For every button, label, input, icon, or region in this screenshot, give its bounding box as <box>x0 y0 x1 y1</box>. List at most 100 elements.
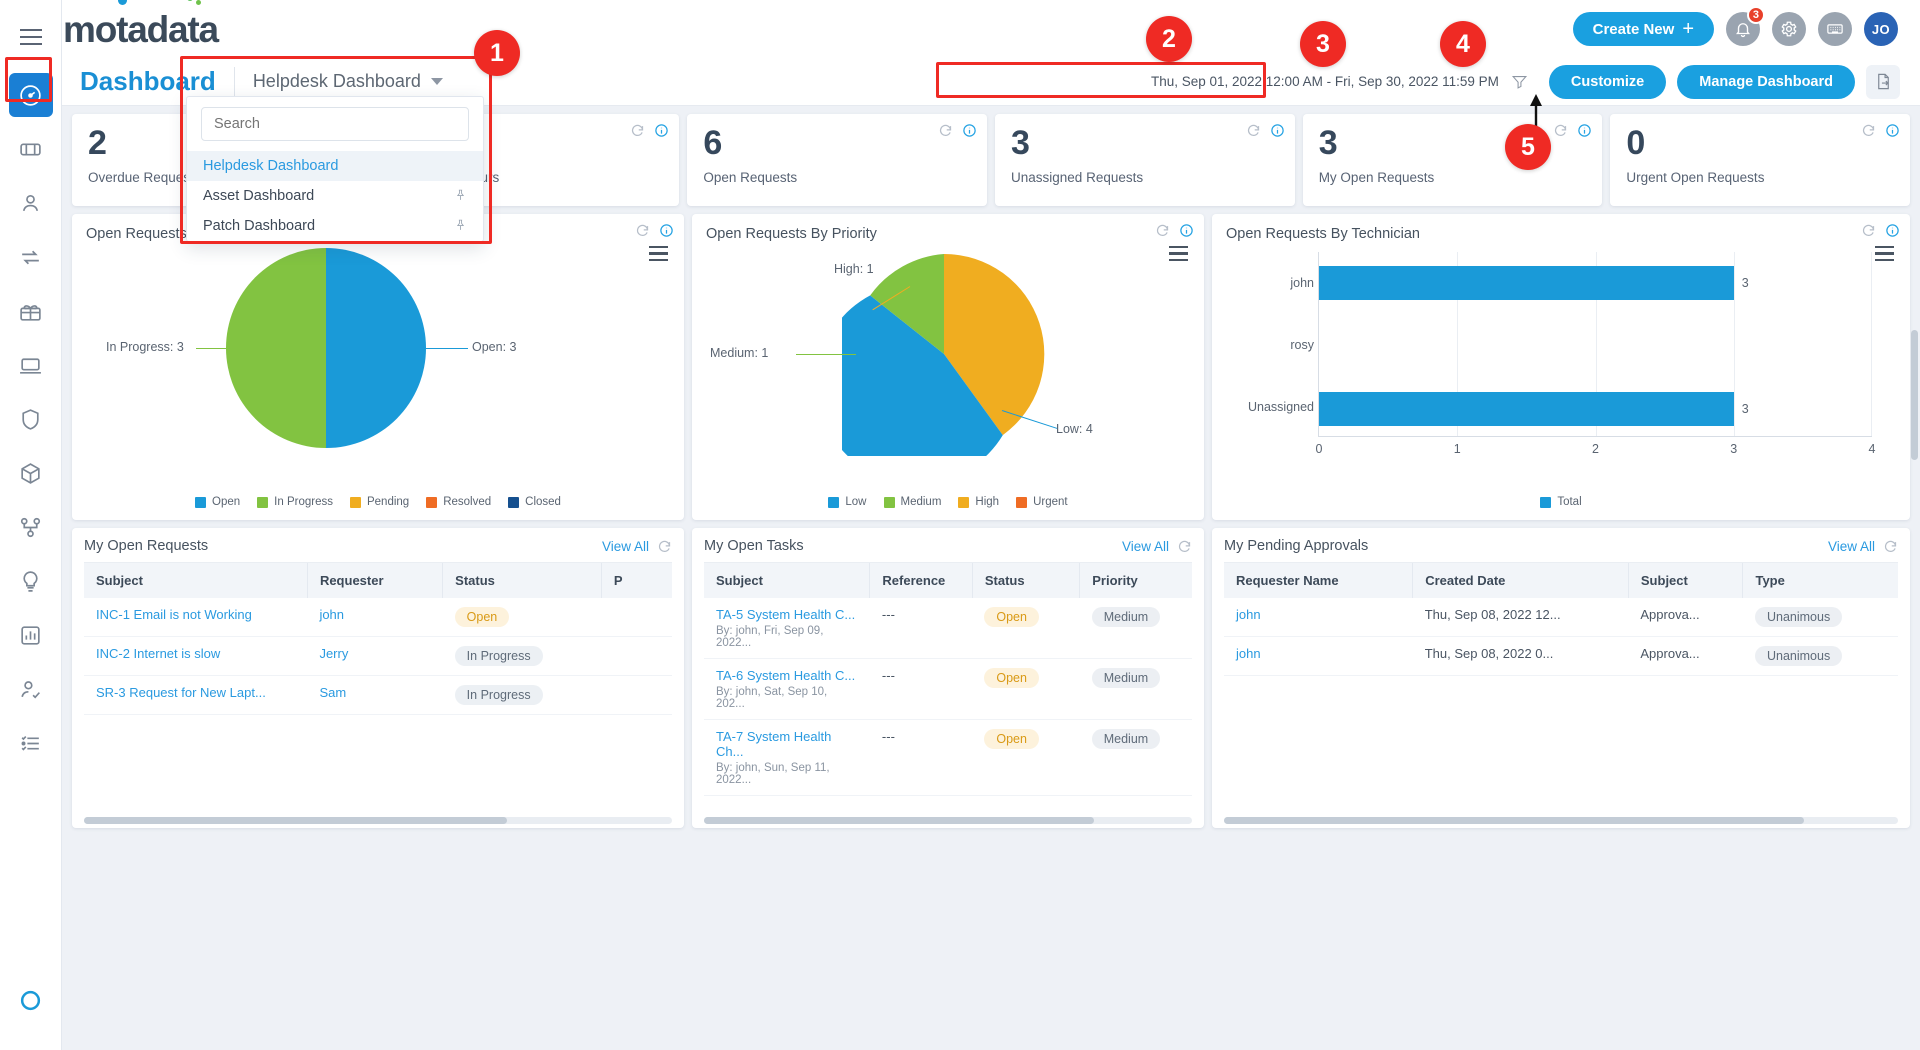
table-row[interactable]: TA-6 System Health C... By: john, Sat, S… <box>704 658 1192 720</box>
sidebar-menu-toggle[interactable] <box>0 6 62 68</box>
table-header: My Pending Approvals View All <box>1224 538 1898 563</box>
cell-subject[interactable]: TA-6 System Health C... By: john, Sat, S… <box>704 658 870 720</box>
sidebar-item-assets[interactable] <box>9 235 53 279</box>
column-header-type[interactable]: Type <box>1742 563 1898 598</box>
keyboard-shortcuts-button[interactable] <box>1818 12 1852 46</box>
column-header-subject[interactable]: Subject <box>704 563 871 598</box>
dropdown-item-helpdesk-dashboard[interactable]: Helpdesk Dashboard <box>187 151 483 181</box>
manage-dashboard-button[interactable]: Manage Dashboard <box>1677 64 1855 99</box>
pin-icon[interactable] <box>454 218 467 235</box>
column-header-requester[interactable]: Requester <box>307 563 444 598</box>
customize-button[interactable]: Customize <box>1548 64 1667 99</box>
table-row[interactable]: INC-1 Email is not Working john Open <box>84 598 672 637</box>
cell-requester[interactable]: john <box>1224 598 1413 637</box>
sidebar-item-support[interactable] <box>9 978 53 1022</box>
cell-requester[interactable]: Jerry <box>307 636 443 676</box>
view-all-link[interactable]: View All <box>1122 539 1169 554</box>
page-vertical-scrollbar[interactable] <box>1911 330 1918 460</box>
legend-item[interactable]: Resolved <box>426 496 491 508</box>
funnel-icon <box>1511 76 1527 89</box>
table-header: My Open Tasks View All <box>704 538 1192 563</box>
sidebar-item-reports[interactable] <box>9 613 53 657</box>
sidebar-item-dashboard[interactable] <box>8 73 53 117</box>
notifications-button[interactable]: 3 <box>1726 6 1765 46</box>
cell-requester[interactable]: john <box>307 598 443 637</box>
column-header-subject[interactable]: Subject <box>84 563 308 598</box>
column-header-priority[interactable]: Priority <box>1079 563 1192 598</box>
sidebar-item-security[interactable] <box>9 397 53 441</box>
legend-item[interactable]: Open <box>195 496 240 508</box>
dropdown-item-patch-dashboard[interactable]: Patch Dashboard <box>187 211 483 241</box>
bell-icon <box>1736 23 1750 38</box>
pin-icon[interactable] <box>454 188 467 205</box>
legend-item[interactable]: Closed <box>508 496 561 508</box>
kpi-card-open-requests[interactable]: 6 Open Requests <box>687 114 988 206</box>
sidebar-item-users[interactable] <box>9 181 53 225</box>
column-header-reference[interactable]: Reference <box>869 563 973 598</box>
horizontal-scrollbar[interactable] <box>1224 817 1898 824</box>
sidebar-item-tickets[interactable] <box>9 127 53 171</box>
task-subject-link[interactable]: TA-6 System Health C... <box>716 668 858 683</box>
bar-john[interactable] <box>1319 266 1734 300</box>
sidebar-item-workflow[interactable] <box>9 505 53 549</box>
cell-subject[interactable]: TA-7 System Health Ch... By: john, Sun, … <box>704 719 870 796</box>
pie-label-open: Open: 3 <box>472 340 517 354</box>
kpi-card-my-open-requests[interactable]: 3 My Open Requests <box>1302 114 1603 206</box>
task-subject-link[interactable]: TA-5 System Health C... <box>716 607 858 622</box>
status-badge: Open <box>984 668 1039 688</box>
column-header-requester-name[interactable]: Requester Name <box>1224 563 1414 598</box>
legend-item[interactable]: In Progress <box>257 496 333 508</box>
sidebar-item-packages[interactable] <box>9 451 53 495</box>
horizontal-scrollbar[interactable] <box>704 817 1192 824</box>
sidebar-item-insights[interactable] <box>9 559 53 603</box>
create-new-button[interactable]: Create New + <box>1572 12 1714 46</box>
chart-legend-technician: Total <box>1212 496 1910 508</box>
sidebar-item-devices[interactable] <box>9 343 53 387</box>
table-row[interactable]: INC-2 Internet is slow Jerry In Progress <box>84 636 672 676</box>
date-range-picker[interactable]: Thu, Sep 01, 2022 12:00 AM - Fri, Sep 30… <box>1141 66 1538 98</box>
search-input[interactable] <box>214 116 456 132</box>
column-header-status[interactable]: Status <box>442 563 602 598</box>
cell-subject[interactable]: TA-5 System Health C... By: john, Fri, S… <box>704 598 870 659</box>
legend-item[interactable]: Urgent <box>1016 496 1068 508</box>
avatar[interactable]: JO <box>1864 12 1898 46</box>
cell-requester[interactable]: john <box>1224 636 1413 676</box>
view-all-link[interactable]: View All <box>602 539 649 554</box>
table-row[interactable]: john Thu, Sep 08, 2022 0... Approva... U… <box>1224 636 1898 676</box>
column-header-status[interactable]: Status <box>972 563 1081 598</box>
table-row[interactable]: SR-3 Request for New Lapt... Sam In Prog… <box>84 675 672 715</box>
legend-item[interactable]: High <box>958 496 999 508</box>
table-row[interactable]: TA-7 System Health Ch... By: john, Sun, … <box>704 719 1192 796</box>
chart-card-open-requests-by-priority: Open Requests By Priority High: 1 Medium… <box>692 214 1204 520</box>
cell-requester[interactable]: Sam <box>307 675 443 715</box>
legend-item[interactable]: Low <box>828 496 867 508</box>
dashboard-selector[interactable]: Helpdesk Dashboard <box>233 66 443 97</box>
dropdown-item-asset-dashboard[interactable]: Asset Dashboard <box>187 181 483 211</box>
kpi-card-unassigned-requests[interactable]: 3 Unassigned Requests <box>995 114 1295 206</box>
pie-label-high: High: 1 <box>834 262 874 276</box>
export-dashboard-button[interactable] <box>1866 64 1900 99</box>
brand-actions: Create New + 3 JO <box>1572 6 1920 46</box>
cell-subject[interactable]: INC-1 Email is not Working <box>84 598 308 637</box>
table-row[interactable]: john Thu, Sep 08, 2022 12... Approva... … <box>1224 598 1898 637</box>
legend-item[interactable]: Medium <box>883 496 941 508</box>
settings-button[interactable] <box>1772 12 1806 46</box>
column-header-created-date[interactable]: Created Date <box>1412 563 1629 598</box>
cell-subject[interactable]: INC-2 Internet is slow <box>84 636 308 676</box>
horizontal-scrollbar[interactable] <box>84 817 672 824</box>
view-all-link[interactable]: View All <box>1828 539 1875 554</box>
cell-priority <box>601 636 672 676</box>
legend-item[interactable]: Pending <box>349 496 409 508</box>
sidebar-item-inventory[interactable] <box>9 289 53 333</box>
table-row[interactable]: TA-5 System Health C... By: john, Fri, S… <box>704 598 1192 659</box>
task-subject-link[interactable]: TA-7 System Health Ch... <box>716 729 858 759</box>
legend-item[interactable]: Total <box>1540 496 1582 508</box>
kpi-card-urgent-open-requests[interactable]: 0 Urgent Open Requests <box>1610 114 1911 206</box>
dashboard-search-box[interactable] <box>201 107 469 141</box>
column-header-subject[interactable]: Subject <box>1628 563 1744 598</box>
bar-unassigned[interactable] <box>1319 392 1734 426</box>
cell-subject[interactable]: SR-3 Request for New Lapt... <box>84 675 308 715</box>
column-header-priority[interactable]: P <box>601 563 672 598</box>
sidebar-item-tasks[interactable] <box>9 721 53 765</box>
sidebar-item-approvals[interactable] <box>9 667 53 711</box>
